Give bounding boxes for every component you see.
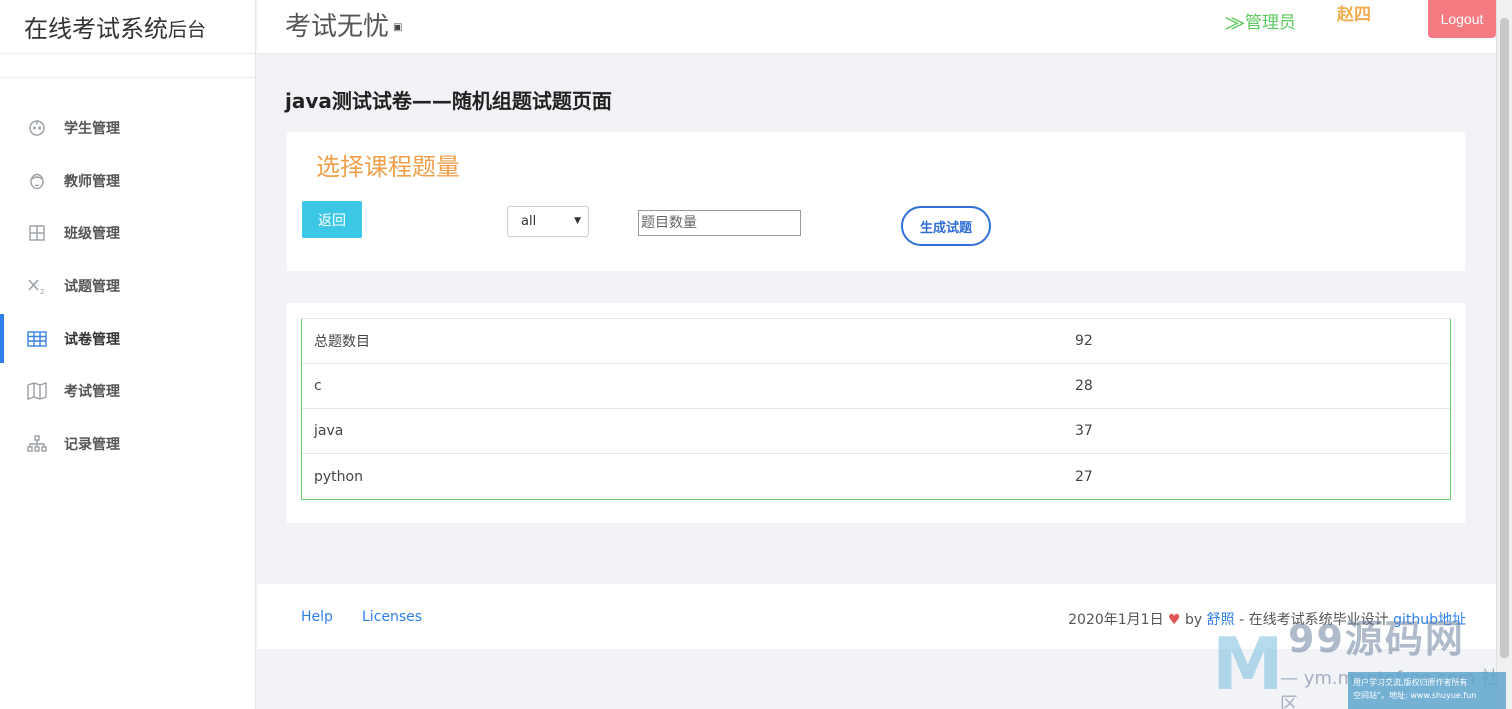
licenses-link[interactable]: Licenses xyxy=(362,609,422,625)
sidebar-item-records[interactable]: 记录管理 xyxy=(0,418,255,471)
svg-text:2: 2 xyxy=(40,288,44,295)
app-title-text: 考试无忧 xyxy=(285,12,390,42)
sidebar-nav: 学生管理 教师管理 班级管理 2 试题管理 试卷管理 考试管理 记录管理 xyxy=(0,102,255,470)
app-title-suffix: ▣ xyxy=(393,22,403,33)
sidebar-item-label: 试卷管理 xyxy=(64,331,120,348)
sidebar-item-teachers[interactable]: 教师管理 xyxy=(0,155,255,208)
subscript-icon: 2 xyxy=(26,275,48,297)
question-count-table: 总题数目 92 c 28 java 37 python 27 xyxy=(301,318,1451,500)
github-link[interactable]: github地址 xyxy=(1393,612,1466,628)
top-header: 考试无忧 ▣ ⨠管理员 赵四 Logout xyxy=(257,0,1496,54)
sidebar-item-label: 学生管理 xyxy=(64,121,120,138)
table-cell-name: 总题数目 xyxy=(314,334,370,350)
brand: 在线考试系统 后台 xyxy=(0,0,255,54)
footer-date: 2020年1月1日 xyxy=(1068,612,1164,628)
table-cell-name: python xyxy=(314,468,363,485)
username[interactable]: 赵四 xyxy=(1337,0,1371,25)
scrollbar-thumb[interactable] xyxy=(1500,18,1509,658)
chevron-down-icon: ▼ xyxy=(574,216,581,226)
table-icon xyxy=(26,328,48,350)
footer-by: by xyxy=(1185,612,1203,628)
table-row: c 28 xyxy=(302,364,1450,409)
sidebar-item-students[interactable]: 学生管理 xyxy=(0,102,255,155)
sidebar-item-label: 教师管理 xyxy=(64,173,120,190)
sidebar-item-label: 考试管理 xyxy=(64,384,120,401)
map-icon xyxy=(26,380,48,402)
sidebar-divider xyxy=(0,54,255,78)
form-title: 选择课程题量 xyxy=(316,153,460,181)
course-select[interactable]: all ▼ xyxy=(507,206,589,237)
page-title: java测试试卷——随机组题试题页面 xyxy=(285,89,612,113)
watermark-note: 用户学习交流,版权归原作者所有 空间站”。地址: www.shuyue.fun xyxy=(1348,672,1506,709)
sidebar-item-classes[interactable]: 班级管理 xyxy=(0,207,255,260)
table-cell-count: 37 xyxy=(1075,423,1093,439)
role-label[interactable]: ⨠管理员 xyxy=(1225,8,1296,33)
face-icon xyxy=(26,170,48,192)
brand-subtitle: 后台 xyxy=(168,18,207,41)
table-row: python 27 xyxy=(302,454,1450,499)
brand-title: 在线考试系统 xyxy=(24,15,168,43)
scrollbar[interactable] xyxy=(1496,0,1512,709)
sidebar-item-label: 记录管理 xyxy=(64,436,120,453)
grid-icon xyxy=(26,222,48,244)
count-card: 总题数目 92 c 28 java 37 python 27 xyxy=(287,303,1465,523)
watermark-note-line2: 空间站”。地址: www.shuyue.fun xyxy=(1353,691,1477,700)
logout-button[interactable]: Logout xyxy=(1428,0,1496,38)
table-cell-count: 92 xyxy=(1075,333,1093,349)
sidebar-item-label: 试题管理 xyxy=(64,279,120,296)
sidebar-item-label: 班级管理 xyxy=(64,226,120,243)
author-link[interactable]: 舒照 xyxy=(1207,612,1235,628)
table-cell-name: c xyxy=(314,378,322,394)
form-card: 选择课程题量 返回 all ▼ 生成试题 xyxy=(287,132,1465,271)
generate-questions-button[interactable]: 生成试题 xyxy=(901,206,991,246)
footer-desc: - 在线考试系统毕业设计 xyxy=(1239,612,1389,628)
app-title: 考试无忧 ▣ xyxy=(285,6,402,43)
sitemap-icon xyxy=(26,433,48,455)
question-count-input[interactable] xyxy=(638,210,801,236)
heart-icon: ♥ xyxy=(1168,612,1181,628)
table-cell-count: 27 xyxy=(1075,468,1093,485)
sidebar-item-exams[interactable]: 考试管理 xyxy=(0,365,255,418)
child-face-icon xyxy=(26,117,48,139)
sidebar-item-questions[interactable]: 2 试题管理 xyxy=(0,260,255,313)
table-cell-name: java xyxy=(314,423,344,439)
footer-copyright: 2020年1月1日 ♥ by 舒照 - 在线考试系统毕业设计 github地址 xyxy=(1068,609,1466,629)
sidebar: 在线考试系统 后台 学生管理 教师管理 班级管理 2 试题管理 试卷管理 考试管… xyxy=(0,0,256,709)
sidebar-item-papers[interactable]: 试卷管理 xyxy=(0,312,255,365)
course-select-value: all xyxy=(521,214,537,229)
watermark-note-line1: 用户学习交流,版权归原作者所有 xyxy=(1353,678,1468,687)
table-row: java 37 xyxy=(302,409,1450,454)
table-cell-count: 28 xyxy=(1075,378,1093,394)
footer: Help Licenses 2020年1月1日 ♥ by 舒照 - 在线考试系统… xyxy=(257,584,1496,649)
help-link[interactable]: Help xyxy=(301,609,333,625)
watermark-url: — ym.mantofree.com 社区 xyxy=(1280,668,1500,709)
back-button[interactable]: 返回 xyxy=(302,201,362,238)
table-row: 总题数目 92 xyxy=(302,319,1450,364)
